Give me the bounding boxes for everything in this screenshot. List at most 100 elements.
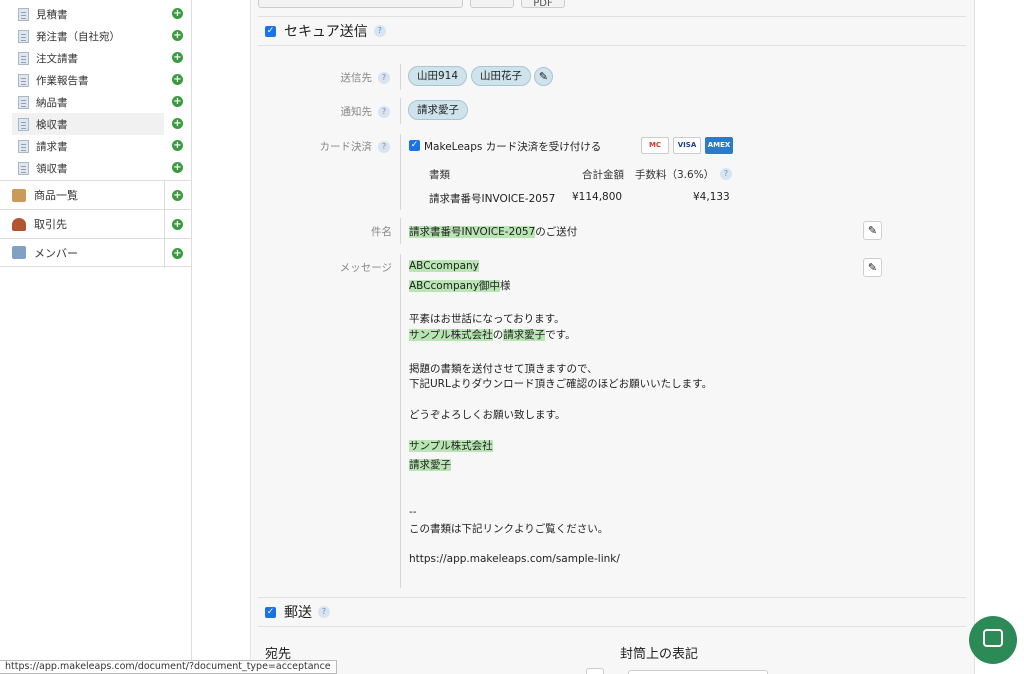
message-text: の [492, 329, 504, 341]
add-client-button[interactable]: + [172, 219, 183, 230]
sidebar-item-invoice[interactable]: 請求書 [12, 135, 164, 157]
subject-text: 請求書番号INVOICE-2057のご送付 [409, 224, 577, 239]
main-panel [250, 0, 975, 674]
add-invoice-button[interactable]: + [172, 140, 183, 151]
recipient-tag[interactable]: 山田914 [408, 66, 468, 86]
divider [164, 181, 165, 210]
table-header: 合計金額 [582, 169, 624, 181]
help-icon[interactable]: ? [373, 25, 386, 37]
mail-checkbox[interactable]: ✓ [265, 606, 276, 618]
message-variable: ABCcompany [409, 260, 479, 272]
message-variable: ABCcompany御中 [409, 280, 500, 292]
sidebar-item-purchase-order[interactable]: 発注書（自社宛） [12, 25, 164, 47]
message-line: この書類は下記リンクよりご覧ください。 [409, 523, 609, 535]
document-icon [18, 29, 29, 43]
sidebar-item-label: 検収書 [36, 118, 68, 131]
section-title: 郵送 [284, 605, 312, 621]
card-payment-checkbox[interactable]: ✓ [409, 140, 420, 151]
help-icon[interactable]: ? [378, 72, 390, 84]
sidebar-item-label: 発注書（自社宛） [36, 30, 120, 43]
sidebar: 見積書 発注書（自社宛） 注文請書 作業報告書 納品書 検収書 請求書 領収書 … [0, 0, 192, 674]
envelope-heading: 封筒上の表記 [620, 647, 699, 662]
message-line: ABCcompany [409, 260, 479, 272]
document-icon [18, 161, 29, 175]
document-icon [18, 139, 29, 153]
sidebar-item-label: 請求書 [36, 140, 68, 153]
sidebar-item-acceptance[interactable]: 検収書 [12, 113, 164, 135]
sidebar-item-clients[interactable]: 取引先 + [0, 209, 192, 239]
message-text: です。 [545, 329, 576, 341]
notify-tag[interactable]: 請求愛子 [408, 100, 468, 120]
help-icon[interactable]: ? [378, 106, 390, 118]
add-delivery-note-button[interactable]: + [172, 96, 183, 107]
sidebar-item-label: 見積書 [36, 8, 68, 21]
cc-label: 通知先? [250, 104, 390, 119]
message-label: メッセージ [339, 262, 392, 274]
table-cell: ¥114,800 [572, 191, 623, 203]
mastercard-icon: MC [641, 137, 669, 154]
sidebar-item-label: 作業報告書 [36, 74, 89, 87]
field-label-text: 通知先 [340, 106, 373, 118]
message-variable: 請求愛子 [409, 459, 451, 471]
table-header: 手数料（3.6%） [635, 169, 715, 181]
message-url: https://app.makeleaps.com/sample-link/ [409, 553, 620, 565]
toolbar-button[interactable] [470, 0, 514, 8]
message-line: 掲題の書類を送付させて頂きますので、 [409, 363, 598, 375]
sidebar-item-delivery-note[interactable]: 納品書 [12, 91, 164, 113]
document-icon [18, 51, 29, 65]
person-icon [12, 217, 26, 231]
divider [400, 134, 401, 210]
envelope-input[interactable] [628, 670, 768, 674]
add-receipt-button[interactable]: + [172, 162, 183, 173]
address-picker-button[interactable] [586, 668, 604, 674]
add-work-report-button[interactable]: + [172, 74, 183, 85]
sidebar-item-estimate[interactable]: 見積書 [12, 3, 164, 25]
message-line: -- [409, 506, 417, 518]
toolbar-button[interactable] [258, 0, 463, 8]
subject-rest: のご送付 [535, 226, 578, 238]
sidebar-item-receipt[interactable]: 領収書 [12, 157, 164, 179]
recipient-tag[interactable]: 山田花子 [471, 66, 531, 86]
mail-header: ✓ 郵送 ? [258, 597, 966, 627]
edit-message-pencil-icon[interactable]: ✎ [863, 258, 882, 277]
add-order-confirmation-button[interactable]: + [172, 52, 183, 63]
help-icon[interactable]: ? [378, 141, 390, 153]
add-estimate-button[interactable]: + [172, 8, 183, 19]
edit-recipients-pencil-icon[interactable]: ✎ [534, 67, 553, 86]
divider [164, 210, 165, 239]
message-line: サンプル株式会社の請求愛子です。 [409, 327, 576, 342]
secure-send-header: ✓ セキュア送信 ? [258, 16, 966, 46]
divider [400, 218, 401, 244]
help-icon[interactable]: ? [720, 168, 732, 180]
divider [400, 64, 401, 90]
document-icon [18, 73, 29, 87]
card-payment-checkbox-label: MakeLeaps カード決済を受け付ける [424, 141, 602, 153]
sidebar-item-label: メンバー [34, 246, 78, 260]
message-line: ABCcompany御中様 [409, 278, 510, 293]
field-label-text: 送信先 [340, 72, 373, 84]
secure-send-checkbox[interactable]: ✓ [265, 25, 276, 37]
add-product-button[interactable]: + [172, 190, 183, 201]
message-text: 様 [499, 280, 511, 292]
message-line: 請求愛子 [409, 457, 451, 472]
sidebar-item-label: 取引先 [34, 218, 67, 231]
sidebar-item-members[interactable]: メンバー + [0, 238, 192, 268]
sidebar-item-label: 注文請書 [36, 52, 78, 65]
add-purchase-order-button[interactable]: + [172, 30, 183, 41]
sidebar-item-label: 商品一覧 [34, 189, 78, 202]
message-line: 下記URLよりダウンロード頂きご確認のほどお願いいたします。 [409, 378, 713, 390]
add-member-button[interactable]: + [172, 248, 183, 259]
help-icon[interactable]: ? [318, 606, 330, 618]
visa-icon: VISA [673, 137, 701, 154]
pdf-button[interactable]: PDF [521, 0, 565, 9]
message-variable: 請求愛子 [503, 329, 546, 341]
chat-button[interactable] [969, 616, 1017, 664]
message-variable: サンプル株式会社 [409, 440, 493, 452]
card-payment-label: カード決済? [250, 139, 390, 154]
edit-subject-pencil-icon[interactable]: ✎ [863, 221, 882, 240]
document-icon [18, 117, 29, 131]
add-acceptance-button[interactable]: + [172, 118, 183, 129]
sidebar-item-order-confirmation[interactable]: 注文請書 [12, 47, 164, 69]
sidebar-item-products[interactable]: 商品一覧 + [0, 180, 192, 210]
sidebar-item-work-report[interactable]: 作業報告書 [12, 69, 164, 91]
